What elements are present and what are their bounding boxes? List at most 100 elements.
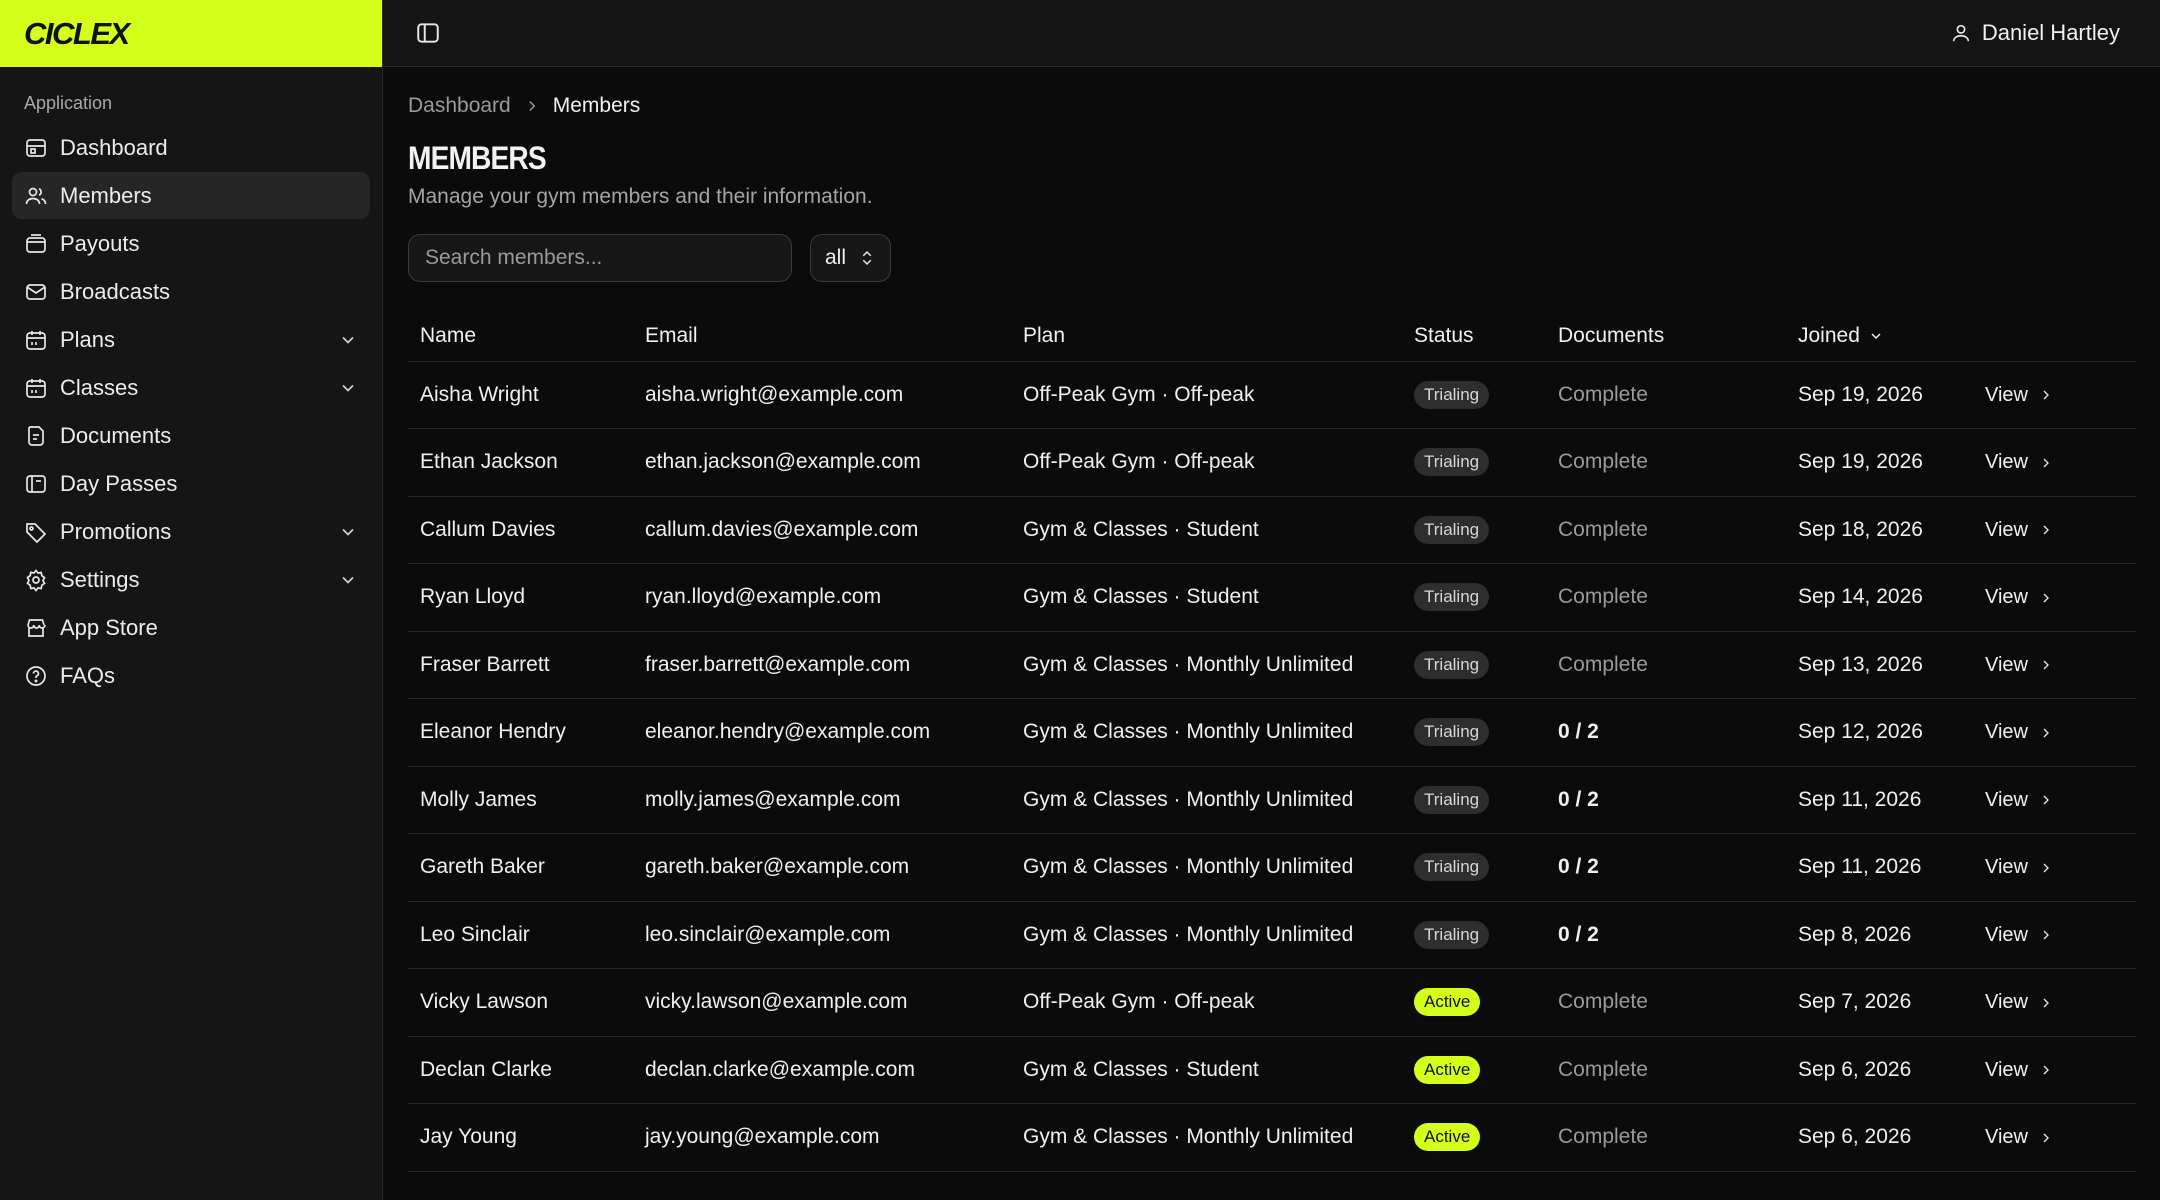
table-row[interactable]: Ethan Jackson ethan.jackson@example.com Of…	[408, 428, 2136, 497]
sidebar-item-documents[interactable]: Documents	[12, 412, 370, 459]
sidebar-item-day-passes[interactable]: Day Passes	[12, 460, 370, 507]
view-member-button[interactable]: View	[1985, 451, 2054, 474]
member-email: declan.clarke@example.com	[633, 1036, 1011, 1104]
table-row[interactable]: Eleanor Hendry eleanor.hendry@example.com…	[408, 698, 2136, 767]
member-plan: Gym & Classes · Monthly Unlimited	[1011, 901, 1402, 969]
table-row[interactable]: Fraser Barrett fraser.barrett@example.com…	[408, 631, 2136, 699]
sidebar-item-classes[interactable]: Classes	[12, 364, 370, 411]
member-actions-cell: View	[1973, 1103, 2136, 1172]
member-joined: Sep 7, 2026	[1786, 968, 1973, 1037]
sidebar-item-plans[interactable]: Plans	[12, 316, 370, 363]
brand-header[interactable]: CICLEX	[0, 0, 382, 67]
sidebar-item-promotions[interactable]: Promotions	[12, 508, 370, 555]
chevron-right-icon	[2038, 927, 2054, 943]
table-row[interactable]: Declan Clarke declan.clarke@example.com Gy…	[408, 1036, 2136, 1104]
member-actions-cell: View	[1973, 1036, 2136, 1104]
status-badge: Active	[1414, 1055, 1481, 1084]
column-header-email: Email	[633, 311, 1011, 362]
chevron-down-icon[interactable]	[338, 570, 358, 590]
document-icon	[24, 424, 48, 448]
brand-logo: CICLEX	[24, 15, 130, 51]
view-member-button[interactable]: View	[1985, 856, 2054, 879]
member-status-cell: Active	[1402, 1103, 1546, 1172]
calendar-icon	[24, 328, 48, 352]
view-member-button[interactable]: View	[1985, 1059, 2054, 1082]
view-member-button[interactable]: View	[1985, 384, 2054, 407]
view-label: View	[1985, 1058, 2028, 1081]
sidebar-toggle-icon[interactable]	[415, 20, 441, 46]
breadcrumb-dashboard-link[interactable]: Dashboard	[408, 94, 511, 118]
view-member-button[interactable]: View	[1985, 1126, 2054, 1149]
column-header-joined[interactable]: Joined	[1786, 311, 1973, 362]
sidebar-item-payouts[interactable]: Payouts	[12, 220, 370, 267]
chevron-down-icon[interactable]	[338, 378, 358, 398]
table-row[interactable]: Callum Davies callum.davies@example.com Gy…	[408, 496, 2136, 564]
member-status-cell: Trialing	[1402, 361, 1546, 429]
member-name: Eleanor Hendry	[408, 698, 633, 767]
users-icon	[24, 184, 48, 208]
member-joined: Sep 11, 2026	[1786, 833, 1973, 902]
status-select-value: all	[825, 246, 847, 269]
chevron-right-icon	[2038, 725, 2054, 741]
sidebar-item-label: Documents	[60, 422, 172, 448]
user-menu[interactable]: Daniel Hartley	[1950, 20, 2120, 46]
table-row[interactable]: Aisha Wright aisha.wright@example.com Off-…	[408, 361, 2136, 429]
member-documents: 0 / 2	[1546, 833, 1786, 902]
member-status-cell: Trialing	[1402, 563, 1546, 632]
status-badge: Trialing	[1414, 650, 1490, 679]
member-plan: Gym & Classes · Student	[1011, 1036, 1402, 1104]
status-badge: Active	[1414, 988, 1481, 1017]
sidebar-item-dashboard[interactable]: Dashboard	[12, 124, 370, 171]
table-row[interactable]: Vicky Lawson vicky.lawson@example.com Off-…	[408, 968, 2136, 1037]
member-email: aisha.wright@example.com	[633, 361, 1011, 429]
view-member-button[interactable]: View	[1985, 789, 2054, 812]
member-documents: 0 / 2	[1546, 698, 1786, 767]
filter-bar: all	[408, 234, 2136, 282]
view-member-button[interactable]: View	[1985, 654, 2054, 677]
view-member-button[interactable]: View	[1985, 721, 2054, 744]
status-select[interactable]: all	[810, 234, 892, 282]
sidebar: CICLEX Application Dashboard Members Payou…	[0, 0, 383, 1200]
member-plan: Gym & Classes · Monthly Unlimited	[1011, 698, 1402, 767]
view-member-button[interactable]: View	[1985, 586, 2054, 609]
table-row[interactable]: Ryan Lloyd ryan.lloyd@example.com Gym & Cl…	[408, 563, 2136, 632]
member-email: ryan.lloyd@example.com	[633, 563, 1011, 632]
chevron-down-icon[interactable]	[338, 330, 358, 350]
member-email: leo.sinclair@example.com	[633, 901, 1011, 969]
chevron-down-icon[interactable]	[338, 522, 358, 542]
table-row[interactable]: Molly James molly.james@example.com Gym & …	[408, 766, 2136, 834]
sort-descending-icon[interactable]	[1868, 328, 1884, 344]
member-plan: Gym & Classes · Monthly Unlimited	[1011, 766, 1402, 834]
status-badge: Trialing	[1414, 380, 1490, 409]
sidebar-item-broadcasts[interactable]: Broadcasts	[12, 268, 370, 315]
search-input[interactable]	[408, 234, 792, 282]
sidebar-item-members[interactable]: Members	[12, 172, 370, 219]
view-member-button[interactable]: View	[1985, 519, 2054, 542]
wallet-icon	[24, 232, 48, 256]
view-member-button[interactable]: View	[1985, 924, 2054, 947]
table-header-row: Name Email Plan Status Documents Joined	[408, 311, 2136, 362]
table-row[interactable]: Jay Young jay.young@example.com Gym & Clas…	[408, 1103, 2136, 1172]
chevron-right-icon	[2038, 792, 2054, 808]
sidebar-item-label: Broadcasts	[60, 278, 171, 304]
members-table: Name Email Plan Status Documents Joined …	[408, 311, 2136, 1172]
member-email: vicky.lawson@example.com	[633, 968, 1011, 1037]
table-row[interactable]: Leo Sinclair leo.sinclair@example.com Gym …	[408, 901, 2136, 969]
view-label: View	[1985, 721, 2028, 744]
member-actions-cell: View	[1973, 496, 2136, 564]
member-name: Jay Young	[408, 1103, 633, 1172]
status-badge: Trialing	[1414, 583, 1490, 612]
topbar: Daniel Hartley	[383, 0, 2160, 67]
status-badge: Trialing	[1414, 718, 1490, 747]
member-joined: Sep 11, 2026	[1786, 766, 1973, 834]
sidebar-item-app-store[interactable]: App Store	[12, 604, 370, 651]
table-row[interactable]: Gareth Baker gareth.baker@example.com Gym …	[408, 833, 2136, 902]
member-name: Fraser Barrett	[408, 631, 633, 699]
member-joined: Sep 6, 2026	[1786, 1036, 1973, 1104]
sidebar-item-faqs[interactable]: FAQs	[12, 652, 370, 699]
view-label: View	[1985, 991, 2028, 1014]
view-member-button[interactable]: View	[1985, 991, 2054, 1014]
member-actions-cell: View	[1973, 698, 2136, 767]
tag-icon	[24, 520, 48, 544]
sidebar-item-settings[interactable]: Settings	[12, 556, 370, 603]
